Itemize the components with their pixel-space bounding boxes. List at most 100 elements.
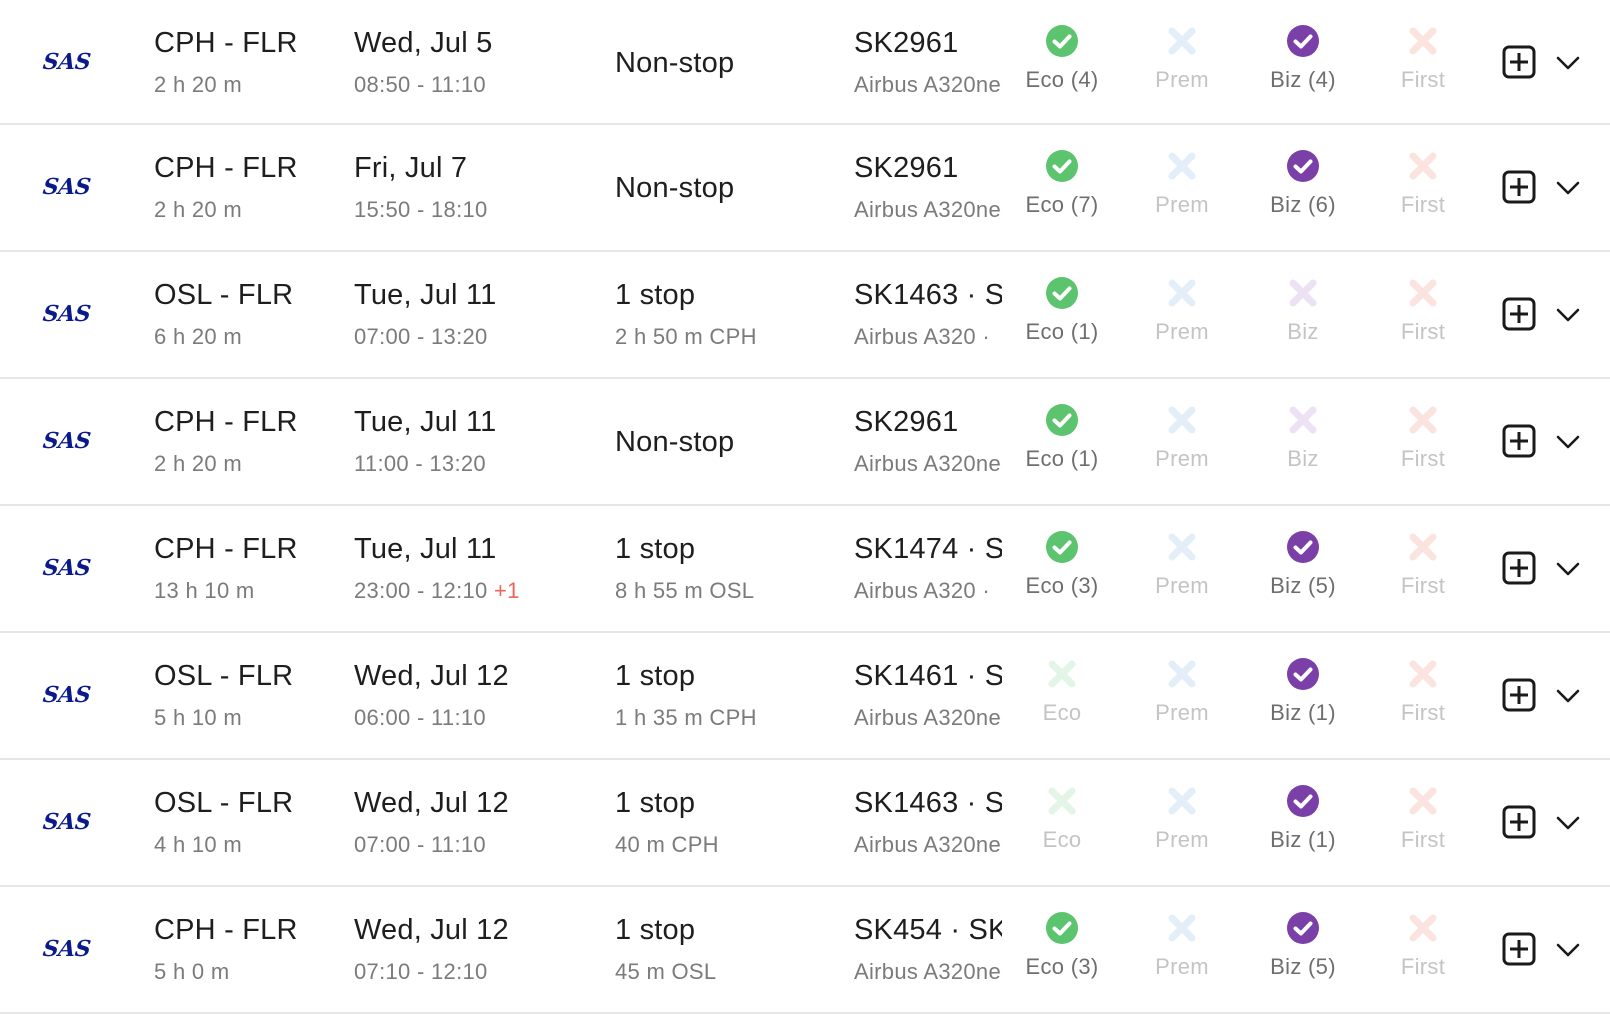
flight-row[interactable]: SAS OSL - FLR 5 h 10 m Wed, Jul 12 06:00… xyxy=(0,633,1610,760)
x-icon xyxy=(1168,660,1196,688)
cabin-eco[interactable]: Eco (3) xyxy=(1012,530,1112,620)
cabin-biz[interactable]: Biz (1) xyxy=(1253,657,1353,747)
departure-date: Tue, Jul 11 xyxy=(354,533,497,565)
flight-info-cell: SK1461 · SK Airbus A320neo xyxy=(854,633,1002,758)
duration: 6 h 20 m xyxy=(154,324,243,349)
cabin-biz[interactable]: Biz xyxy=(1253,276,1353,366)
x-icon xyxy=(1048,660,1076,688)
cabin-eco-label: Eco (3) xyxy=(1025,573,1099,598)
flight-row[interactable]: SAS CPH - FLR 2 h 20 m Wed, Jul 5 08:50 … xyxy=(0,0,1610,125)
x-icon xyxy=(1409,152,1437,180)
cabin-first[interactable]: First xyxy=(1373,911,1473,1001)
stops: 1 stop xyxy=(615,279,696,311)
add-flight-button[interactable] xyxy=(1502,424,1536,458)
cabin-first[interactable]: First xyxy=(1373,657,1473,747)
cabin-eco-label: Eco xyxy=(1042,827,1082,852)
cabin-eco-label: Eco xyxy=(1042,700,1082,725)
layover: 1 h 35 m CPH xyxy=(615,705,757,730)
x-icon xyxy=(1168,533,1196,561)
cabin-first[interactable]: First xyxy=(1373,530,1473,620)
flight-row[interactable]: SAS OSL - FLR 6 h 20 m Tue, Jul 11 07:00… xyxy=(0,252,1610,379)
times: 06:00 - 11:10 xyxy=(354,705,486,730)
plus-square-icon xyxy=(1502,170,1536,204)
add-flight-button[interactable] xyxy=(1502,297,1536,331)
plus-square-icon xyxy=(1502,551,1536,585)
cabin-eco[interactable]: Eco xyxy=(1012,784,1112,874)
expand-details-button[interactable] xyxy=(1555,683,1581,709)
add-flight-button[interactable] xyxy=(1502,170,1536,204)
plus-square-icon xyxy=(1502,424,1536,458)
cabin-eco[interactable]: Eco (1) xyxy=(1012,403,1112,493)
x-icon xyxy=(1409,406,1437,434)
cabin-prem[interactable]: Prem xyxy=(1132,403,1232,493)
x-icon xyxy=(1289,279,1317,307)
flight-row[interactable]: SAS CPH - FLR 5 h 0 m Wed, Jul 12 07:10 … xyxy=(0,887,1610,1014)
x-icon xyxy=(1168,152,1196,180)
flight-row[interactable]: SAS CPH - FLR 2 h 20 m Fri, Jul 7 15:50 … xyxy=(0,125,1610,252)
add-flight-button[interactable] xyxy=(1502,932,1536,966)
expand-details-button[interactable] xyxy=(1555,556,1581,582)
cabin-biz[interactable]: Biz (1) xyxy=(1253,784,1353,874)
cabin-prem-label: Prem xyxy=(1155,954,1209,979)
check-circle-icon xyxy=(1287,785,1319,817)
expand-details-button[interactable] xyxy=(1555,937,1581,963)
aircraft: Airbus A320neo xyxy=(854,832,1002,857)
stops: 1 stop xyxy=(615,533,696,565)
expand-details-button[interactable] xyxy=(1555,810,1581,836)
add-flight-button[interactable] xyxy=(1502,678,1536,712)
airline-logo: SAS xyxy=(41,682,92,708)
stops: 1 stop xyxy=(615,660,696,692)
cabin-prem[interactable]: Prem xyxy=(1132,24,1232,114)
cabin-eco-label: Eco (7) xyxy=(1025,192,1099,217)
cabin-prem[interactable]: Prem xyxy=(1132,149,1232,239)
duration: 5 h 0 m xyxy=(154,959,230,984)
cabin-prem[interactable]: Prem xyxy=(1132,784,1232,874)
add-flight-button[interactable] xyxy=(1502,45,1536,79)
cabin-biz[interactable]: Biz (4) xyxy=(1253,24,1353,114)
flight-row[interactable]: SAS OSL - FLR 4 h 10 m Wed, Jul 12 07:00… xyxy=(0,760,1610,887)
cabin-first[interactable]: First xyxy=(1373,24,1473,114)
cabin-prem[interactable]: Prem xyxy=(1132,276,1232,366)
add-flight-button[interactable] xyxy=(1502,805,1536,839)
cabin-eco[interactable]: Eco (1) xyxy=(1012,276,1112,366)
cabin-first[interactable]: First xyxy=(1373,276,1473,366)
cabin-eco[interactable]: Eco (3) xyxy=(1012,911,1112,1001)
expand-details-button[interactable] xyxy=(1555,429,1581,455)
layover: 40 m CPH xyxy=(615,832,719,857)
chevron-down-icon xyxy=(1556,181,1580,195)
stops: Non-stop xyxy=(615,47,735,79)
cabin-first-label: First xyxy=(1400,67,1446,92)
flight-row[interactable]: SAS CPH - FLR 2 h 20 m Tue, Jul 11 11:00… xyxy=(0,379,1610,506)
add-flight-button[interactable] xyxy=(1502,551,1536,585)
route: CPH - FLR xyxy=(154,406,298,438)
cabin-first[interactable]: First xyxy=(1373,149,1473,239)
check-circle-icon xyxy=(1046,912,1078,944)
expand-details-button[interactable] xyxy=(1555,302,1581,328)
cabin-eco[interactable]: Eco xyxy=(1012,657,1112,747)
x-icon xyxy=(1289,406,1317,434)
expand-details-button[interactable] xyxy=(1555,50,1581,76)
airline-logo: SAS xyxy=(41,301,92,327)
cabin-eco[interactable]: Eco (4) xyxy=(1012,24,1112,114)
x-icon xyxy=(1168,406,1196,434)
cabin-eco[interactable]: Eco (7) xyxy=(1012,149,1112,239)
cabin-biz[interactable]: Biz (5) xyxy=(1253,530,1353,620)
cabin-biz[interactable]: Biz xyxy=(1253,403,1353,493)
cabin-biz[interactable]: Biz (5) xyxy=(1253,911,1353,1001)
time-range: 06:00 - 11:10 xyxy=(354,705,486,731)
flight-row[interactable]: SAS CPH - FLR 13 h 10 m Tue, Jul 11 23:0… xyxy=(0,506,1610,633)
cabin-prem[interactable]: Prem xyxy=(1132,911,1232,1001)
expand-details-button[interactable] xyxy=(1555,175,1581,201)
cabin-biz-label: Biz (1) xyxy=(1270,700,1336,725)
cabin-prem[interactable]: Prem xyxy=(1132,657,1232,747)
route: CPH - FLR xyxy=(154,914,298,946)
cabin-first[interactable]: First xyxy=(1373,784,1473,874)
cabin-first[interactable]: First xyxy=(1373,403,1473,493)
departure-date: Fri, Jul 7 xyxy=(354,152,468,184)
cabin-prem[interactable]: Prem xyxy=(1132,530,1232,620)
chevron-down-icon xyxy=(1556,435,1580,449)
check-circle-icon xyxy=(1287,25,1319,57)
cabin-biz[interactable]: Biz (6) xyxy=(1253,149,1353,239)
cabin-prem-label: Prem xyxy=(1155,67,1209,92)
departure-date: Wed, Jul 5 xyxy=(354,27,493,59)
